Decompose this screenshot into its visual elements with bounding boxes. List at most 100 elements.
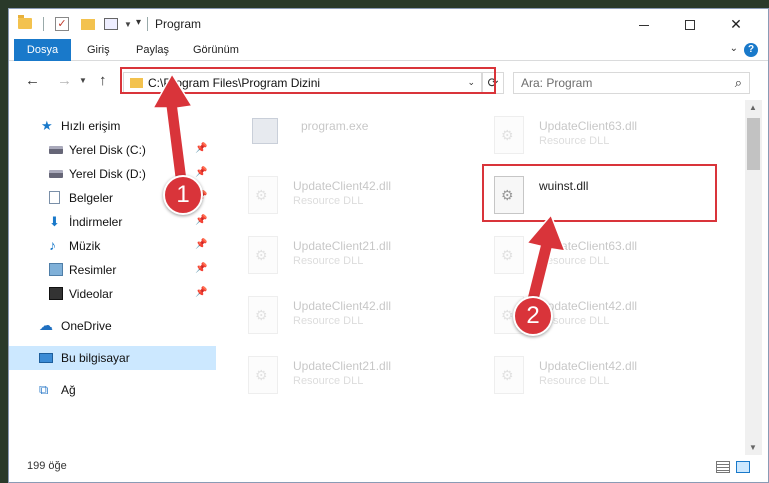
file-name: UpdateClient42.dll (293, 179, 392, 193)
sidebar-item-label: İndirmeler (69, 215, 123, 229)
sidebar-item-network[interactable]: ⧉ Ağ (9, 378, 216, 402)
pin-icon[interactable]: 📌 (195, 287, 207, 298)
file-type: Resource DLL (539, 255, 610, 267)
download-icon: ⬇ (49, 214, 60, 229)
chevron-down-icon[interactable]: ▼ (124, 20, 132, 38)
properties-check-icon[interactable]: ✓ (55, 17, 69, 31)
large-icons-view-icon[interactable] (736, 461, 750, 473)
title-bar: ✓ ▼ ▾ Program ✕ (9, 9, 768, 39)
ribbon-tabs: Dosya Giriş Paylaş Görünüm ⌄ ? (9, 39, 768, 61)
sidebar-item-onedrive[interactable]: ☁ OneDrive (9, 314, 216, 338)
dll-file-icon (248, 356, 278, 394)
tab-view[interactable]: Görünüm (183, 39, 249, 61)
up-arrow-icon[interactable]: ↑ (99, 72, 107, 89)
file-name: UpdateClient63.dll (539, 119, 638, 133)
video-icon (49, 287, 63, 300)
pin-icon[interactable]: 📌 (195, 167, 207, 178)
file-name: program.exe (301, 119, 369, 133)
tab-share[interactable]: Paylaş (126, 39, 179, 61)
file-name: UpdateClient21.dll (293, 239, 392, 253)
file-type: Resource DLL (293, 195, 364, 207)
file-item[interactable]: UpdateClient63.dll Resource DLL (484, 232, 716, 284)
sidebar-item-label: Hızlı erişim (61, 119, 121, 133)
help-icon[interactable]: ? (744, 43, 758, 57)
close-button[interactable]: ✕ (713, 9, 759, 39)
file-item[interactable]: UpdateClient42.dll Resource DLL (484, 352, 716, 404)
pin-icon[interactable]: 📌 (195, 239, 207, 250)
recent-locations-icon[interactable]: ▼ (79, 76, 87, 85)
dll-file-icon (494, 116, 524, 154)
pin-icon[interactable]: 📌 (195, 143, 207, 154)
sidebar-item-disk-c[interactable]: Yerel Disk (C:) 📌 (9, 138, 216, 162)
properties-icon[interactable] (104, 18, 118, 30)
search-icon[interactable]: ⌕ (735, 75, 742, 91)
new-folder-icon[interactable] (81, 19, 95, 30)
document-icon (49, 191, 60, 204)
computer-icon (39, 353, 53, 363)
application-icon (252, 118, 278, 144)
sidebar-item-pictures[interactable]: Resimler 📌 (9, 258, 216, 282)
sidebar-item-label: Belgeler (69, 191, 114, 205)
window-title: Program (155, 17, 202, 31)
scroll-down-icon[interactable]: ▼ (749, 443, 757, 452)
item-count: 199 öğe (27, 460, 67, 472)
sidebar-item-label: Resimler (69, 263, 117, 277)
pin-icon[interactable]: 📌 (195, 263, 207, 274)
file-name: UpdateClient42.dll (539, 299, 638, 313)
dll-file-icon (248, 176, 278, 214)
back-arrow-icon[interactable]: ← (25, 72, 40, 89)
ribbon-expand-icon[interactable]: ⌄ (730, 43, 738, 54)
toolbar-separator (147, 17, 148, 31)
search-placeholder: Ara: Program (521, 76, 593, 90)
sidebar-item-this-pc[interactable]: Bu bilgisayar (9, 346, 216, 370)
scroll-up-icon[interactable]: ▲ (749, 103, 757, 112)
file-type: Resource DLL (293, 255, 364, 267)
toolbar-separator (43, 17, 44, 31)
status-bar: 199 öğe (9, 455, 768, 482)
step-2-badge: 2 (513, 296, 553, 336)
tab-file[interactable]: Dosya (14, 39, 71, 61)
navigation-pane: ★ Hızlı erişim Yerel Disk (C:) 📌 Yerel D… (9, 100, 216, 455)
disk-icon (49, 146, 63, 154)
sidebar-item-label: Ağ (61, 383, 76, 397)
step-1-badge: 1 (163, 175, 203, 215)
file-name: UpdateClient42.dll (293, 299, 392, 313)
music-icon: ♪ (49, 237, 56, 253)
file-item[interactable]: program.exe (238, 112, 470, 164)
vertical-scrollbar[interactable]: ▲ ▼ (745, 100, 762, 455)
maximize-button[interactable] (667, 9, 713, 39)
sidebar-item-quick-access[interactable]: ★ Hızlı erişim (9, 114, 216, 138)
sidebar-item-videos[interactable]: Videolar 📌 (9, 282, 216, 306)
file-item[interactable]: UpdateClient42.dll Resource DLL (238, 172, 470, 224)
file-type: Resource DLL (539, 135, 610, 147)
minimize-button[interactable] (621, 9, 667, 39)
details-view-icon[interactable] (716, 461, 730, 473)
file-item[interactable]: UpdateClient21.dll Resource DLL (238, 352, 470, 404)
file-item[interactable]: UpdateClient21.dll Resource DLL (238, 232, 470, 284)
customize-quick-access-icon[interactable]: ▾ (136, 17, 141, 35)
cloud-icon: ☁ (39, 317, 53, 333)
sidebar-item-label: OneDrive (61, 319, 112, 333)
scrollbar-thumb[interactable] (747, 118, 760, 170)
file-name: UpdateClient42.dll (539, 359, 638, 373)
pictures-icon (49, 263, 63, 276)
dll-file-icon (248, 296, 278, 334)
minimize-icon (639, 24, 649, 26)
network-icon: ⧉ (39, 382, 49, 397)
search-input[interactable]: Ara: Program ⌕ (513, 72, 750, 94)
sidebar-item-label: Yerel Disk (C:) (69, 143, 146, 157)
dll-file-icon (494, 356, 524, 394)
sidebar-item-label: Yerel Disk (D:) (69, 167, 146, 181)
pin-icon[interactable]: 📌 (195, 215, 207, 226)
disk-icon (49, 170, 63, 178)
tab-home[interactable]: Giriş (77, 39, 120, 61)
file-name: UpdateClient21.dll (293, 359, 392, 373)
file-item[interactable]: UpdateClient42.dll Resource DLL (238, 292, 470, 344)
dll-file-icon (248, 236, 278, 274)
file-list: program.exe UpdateClient63.dll Resource … (228, 100, 745, 455)
sidebar-item-music[interactable]: ♪ Müzik 📌 (9, 234, 216, 258)
file-type: Resource DLL (293, 315, 364, 327)
forward-arrow-icon[interactable]: → (57, 72, 72, 89)
address-bar-highlight (120, 67, 496, 94)
file-item[interactable]: UpdateClient63.dll Resource DLL (484, 112, 716, 164)
